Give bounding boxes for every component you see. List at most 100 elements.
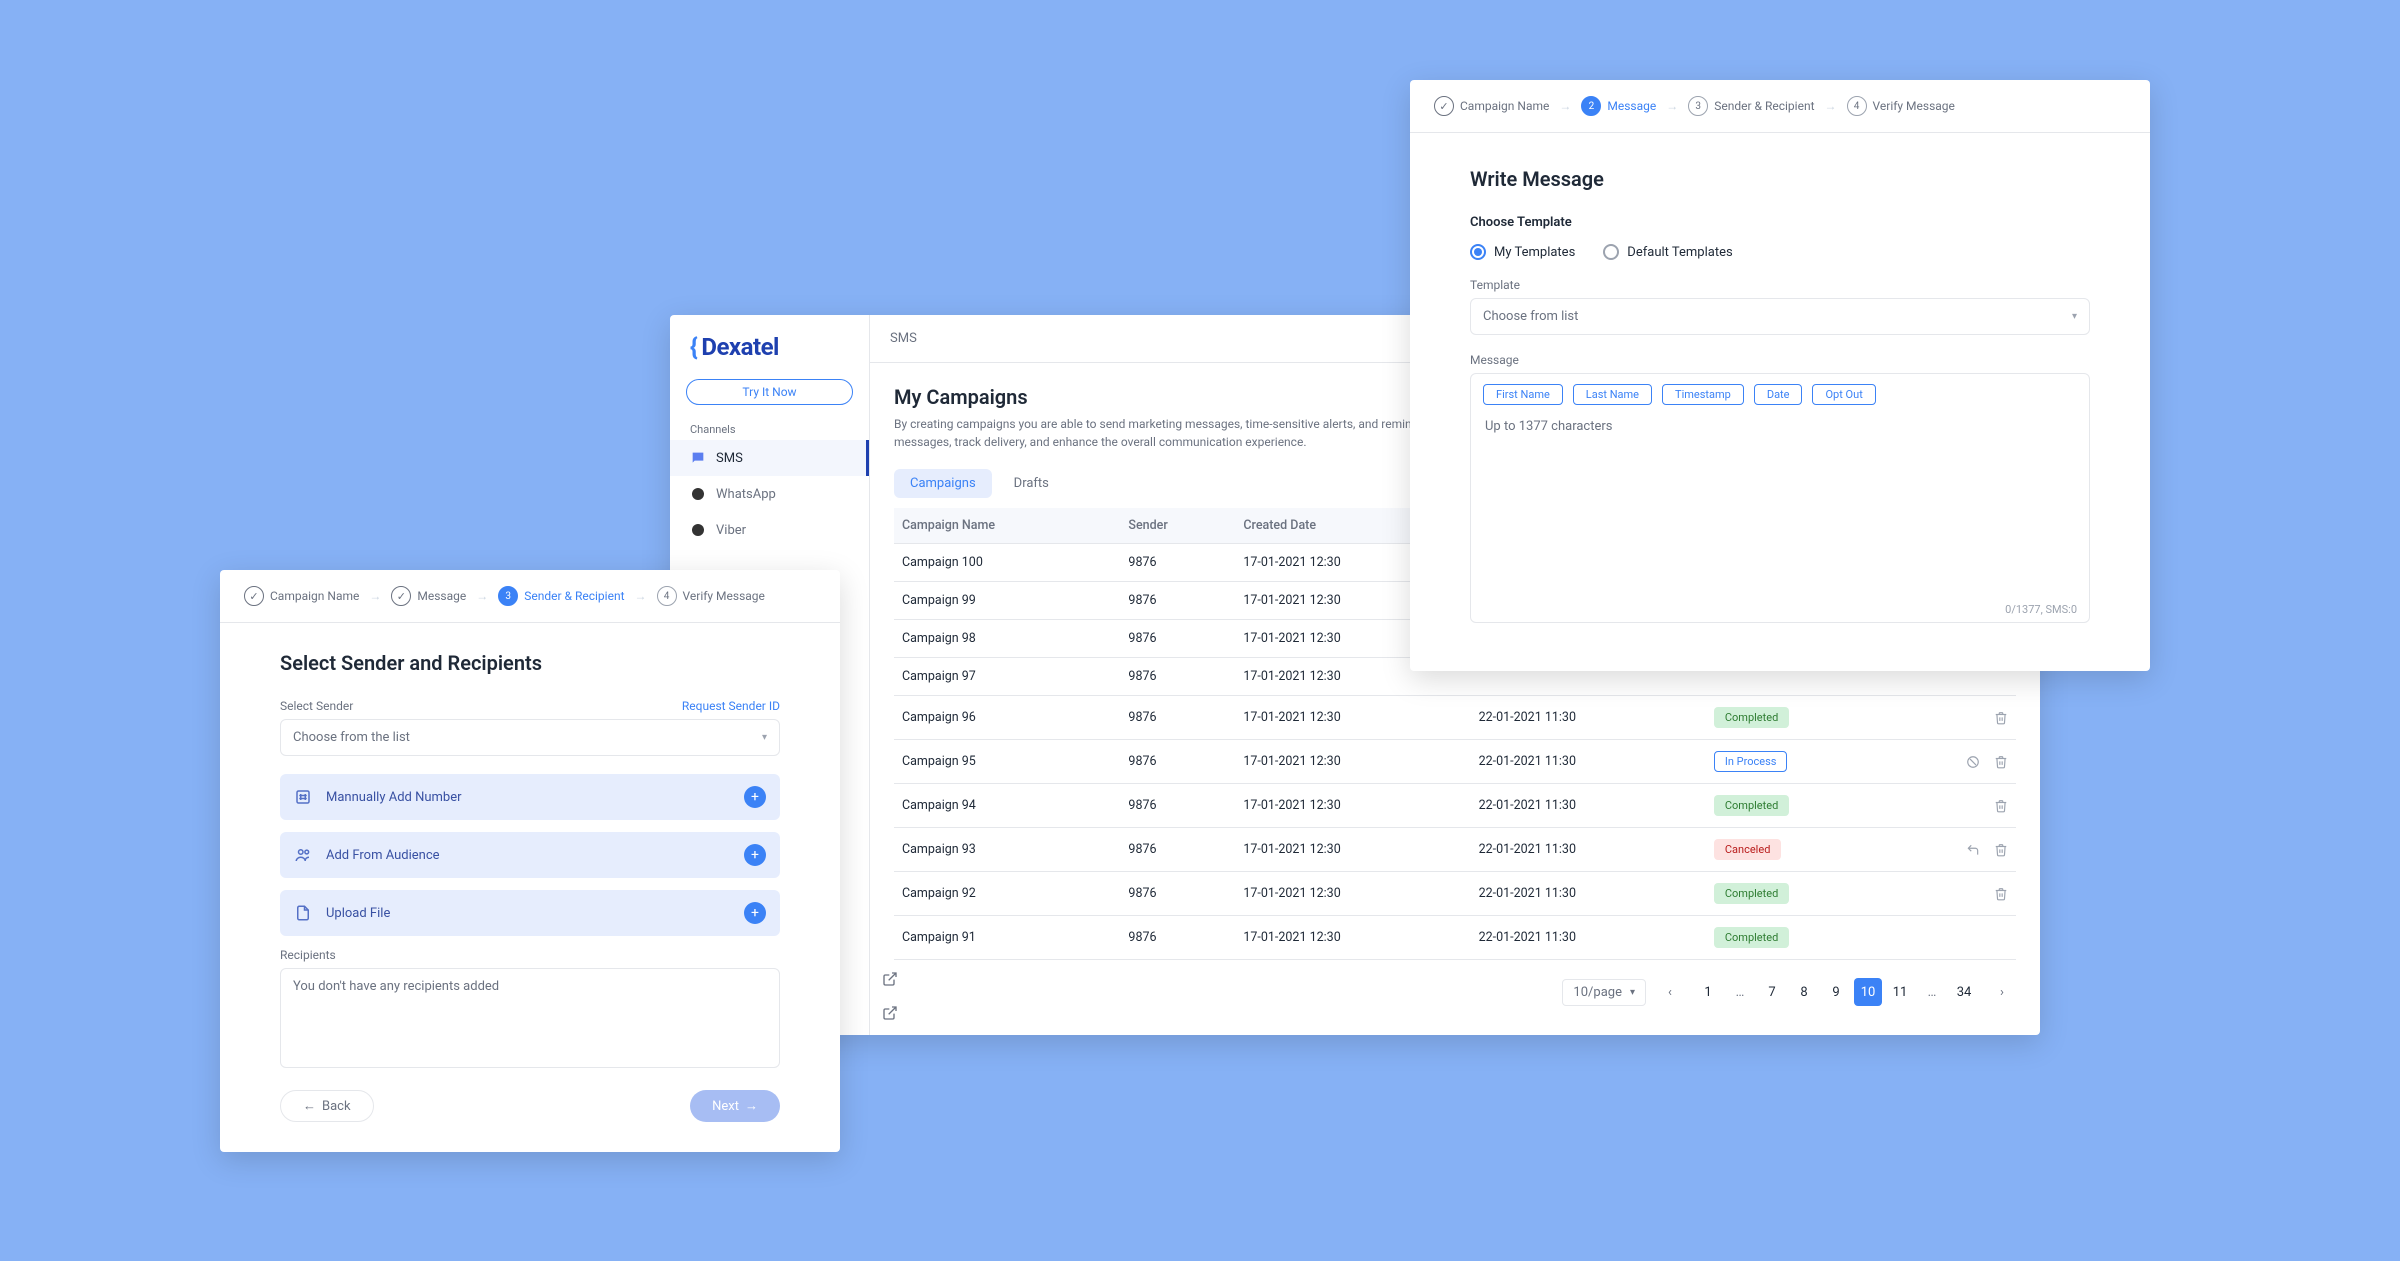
page-34[interactable]: 34 bbox=[1950, 978, 1978, 1006]
template-type-radios: My Templates Default Templates bbox=[1470, 244, 2090, 260]
table-row[interactable]: Campaign 96987617-01-2021 12:3022-01-202… bbox=[894, 696, 2016, 740]
sender-select[interactable]: Choose from the list ▾ bbox=[280, 719, 780, 756]
tag-opt-out[interactable]: Opt Out bbox=[1812, 384, 1875, 405]
chevron-down-icon: ▾ bbox=[762, 732, 767, 743]
cell: 9876 bbox=[1120, 696, 1235, 740]
cell: Campaign 96 bbox=[894, 696, 1120, 740]
trash-icon[interactable] bbox=[1994, 841, 2008, 859]
cell: 17-01-2021 12:30 bbox=[1235, 696, 1470, 740]
nav-label: SMS bbox=[716, 451, 743, 466]
page-11[interactable]: 11 bbox=[1886, 978, 1914, 1006]
cell: Campaign 92 bbox=[894, 872, 1120, 916]
trash-icon[interactable] bbox=[1994, 885, 2008, 903]
next-button[interactable]: Next → bbox=[690, 1090, 780, 1122]
page-7[interactable]: 7 bbox=[1758, 978, 1786, 1006]
stop-icon[interactable] bbox=[1966, 753, 1980, 771]
logo-text: Dexatel bbox=[701, 333, 779, 361]
action-audience[interactable]: Add From Audience + bbox=[280, 832, 780, 878]
audience-icon bbox=[294, 846, 312, 864]
cell: Campaign 91 bbox=[894, 916, 1120, 960]
arrow-right-icon: → bbox=[745, 1098, 758, 1114]
actions-cell bbox=[1896, 784, 2016, 828]
trash-icon[interactable] bbox=[1994, 753, 2008, 771]
table-row[interactable]: Campaign 95987617-01-2021 12:3022-01-202… bbox=[894, 740, 2016, 784]
step-label: Message bbox=[1607, 99, 1656, 113]
try-it-now-button[interactable]: Try It Now bbox=[686, 379, 853, 405]
status-badge: Completed bbox=[1714, 707, 1789, 728]
status-cell: In Process bbox=[1706, 740, 1896, 784]
next-page-button[interactable]: › bbox=[1988, 978, 2016, 1006]
status-cell: Completed bbox=[1706, 872, 1896, 916]
radio-my-templates[interactable]: My Templates bbox=[1470, 244, 1575, 260]
radio-label: My Templates bbox=[1494, 245, 1575, 260]
step-4[interactable]: 4Verify Message bbox=[1847, 96, 1955, 116]
nav-section-header: Channels bbox=[670, 419, 869, 440]
undo-icon[interactable] bbox=[1966, 841, 1980, 859]
breadcrumb-text: SMS bbox=[890, 331, 917, 346]
check-icon bbox=[1434, 96, 1454, 116]
step-label: Campaign Name bbox=[270, 589, 359, 603]
nav-sms[interactable]: SMS bbox=[670, 440, 869, 476]
trash-icon[interactable] bbox=[1994, 797, 2008, 815]
cell: 17-01-2021 12:30 bbox=[1235, 740, 1470, 784]
template-select[interactable]: Choose from list ▾ bbox=[1470, 298, 2090, 335]
cell: Campaign 100 bbox=[894, 544, 1120, 582]
radio-default-templates[interactable]: Default Templates bbox=[1603, 244, 1732, 260]
page-9[interactable]: 9 bbox=[1822, 978, 1850, 1006]
chevron-down-icon: ▾ bbox=[1630, 987, 1635, 998]
step-1[interactable]: Campaign Name bbox=[1434, 96, 1549, 116]
tab-campaigns[interactable]: Campaigns bbox=[894, 469, 992, 498]
cell: 22-01-2021 11:30 bbox=[1471, 828, 1706, 872]
table-row[interactable]: Campaign 92987617-01-2021 12:3022-01-202… bbox=[894, 872, 2016, 916]
tag-first-name[interactable]: First Name bbox=[1483, 384, 1563, 405]
step-3[interactable]: 3Sender & Recipient bbox=[1688, 96, 1814, 116]
actions-cell bbox=[1896, 828, 2016, 872]
tag-last-name[interactable]: Last Name bbox=[1573, 384, 1652, 405]
status-cell: Completed bbox=[1706, 696, 1896, 740]
status-badge: Completed bbox=[1714, 927, 1789, 948]
template-select-placeholder: Choose from list bbox=[1483, 309, 1578, 324]
back-button[interactable]: ← Back bbox=[280, 1090, 374, 1122]
trash-icon[interactable] bbox=[1994, 709, 2008, 727]
whatsapp-icon bbox=[690, 486, 706, 502]
action-file[interactable]: Upload File + bbox=[280, 890, 780, 936]
prev-page-button[interactable]: ‹ bbox=[1656, 978, 1684, 1006]
page-8[interactable]: 8 bbox=[1790, 978, 1818, 1006]
cell: Campaign 99 bbox=[894, 582, 1120, 620]
step-2[interactable]: Message bbox=[391, 586, 466, 606]
step-1[interactable]: Campaign Name bbox=[244, 586, 359, 606]
action-number[interactable]: Mannually Add Number + bbox=[280, 774, 780, 820]
nav-whatsapp[interactable]: WhatsApp bbox=[670, 476, 869, 512]
nav-viber[interactable]: Viber bbox=[670, 512, 869, 548]
table-row[interactable]: Campaign 94987617-01-2021 12:3022-01-202… bbox=[894, 784, 2016, 828]
chevron-down-icon: ▾ bbox=[2072, 311, 2077, 322]
step-2[interactable]: 2Message bbox=[1581, 96, 1656, 116]
cell: 17-01-2021 12:30 bbox=[1235, 784, 1470, 828]
step-label: Campaign Name bbox=[1460, 99, 1549, 113]
table-row[interactable]: Campaign 91987617-01-2021 12:3022-01-202… bbox=[894, 916, 2016, 960]
tab-drafts[interactable]: Drafts bbox=[998, 469, 1065, 498]
cell: 9876 bbox=[1120, 658, 1235, 696]
message-field-label: Message bbox=[1470, 353, 2090, 367]
file-icon bbox=[294, 904, 312, 922]
tag-date[interactable]: Date bbox=[1754, 384, 1803, 405]
recipients-placeholder: You don't have any recipients added bbox=[293, 979, 499, 994]
request-sender-id-link[interactable]: Request Sender ID bbox=[682, 699, 780, 713]
page-10[interactable]: 10 bbox=[1854, 978, 1882, 1006]
recipients-textarea[interactable]: You don't have any recipients added bbox=[280, 968, 780, 1068]
table-row[interactable]: Campaign 93987617-01-2021 12:3022-01-202… bbox=[894, 828, 2016, 872]
message-textarea[interactable]: Up to 1377 characters bbox=[1471, 405, 2089, 597]
cell: 22-01-2021 11:30 bbox=[1471, 696, 1706, 740]
arrow-right-icon: → bbox=[476, 589, 488, 603]
step-4[interactable]: 4Verify Message bbox=[657, 586, 765, 606]
cell: 9876 bbox=[1120, 620, 1235, 658]
page-1[interactable]: 1 bbox=[1694, 978, 1722, 1006]
tag-timestamp[interactable]: Timestamp bbox=[1662, 384, 1744, 405]
next-label: Next bbox=[712, 1099, 739, 1114]
plus-icon: + bbox=[744, 786, 766, 808]
section-title: Select Sender and Recipients bbox=[280, 651, 780, 675]
step-3[interactable]: 3Sender & Recipient bbox=[498, 586, 624, 606]
arrow-right-icon: → bbox=[635, 589, 647, 603]
page-size-select[interactable]: 10/page ▾ bbox=[1562, 979, 1646, 1006]
arrow-right-icon: → bbox=[1666, 99, 1678, 113]
